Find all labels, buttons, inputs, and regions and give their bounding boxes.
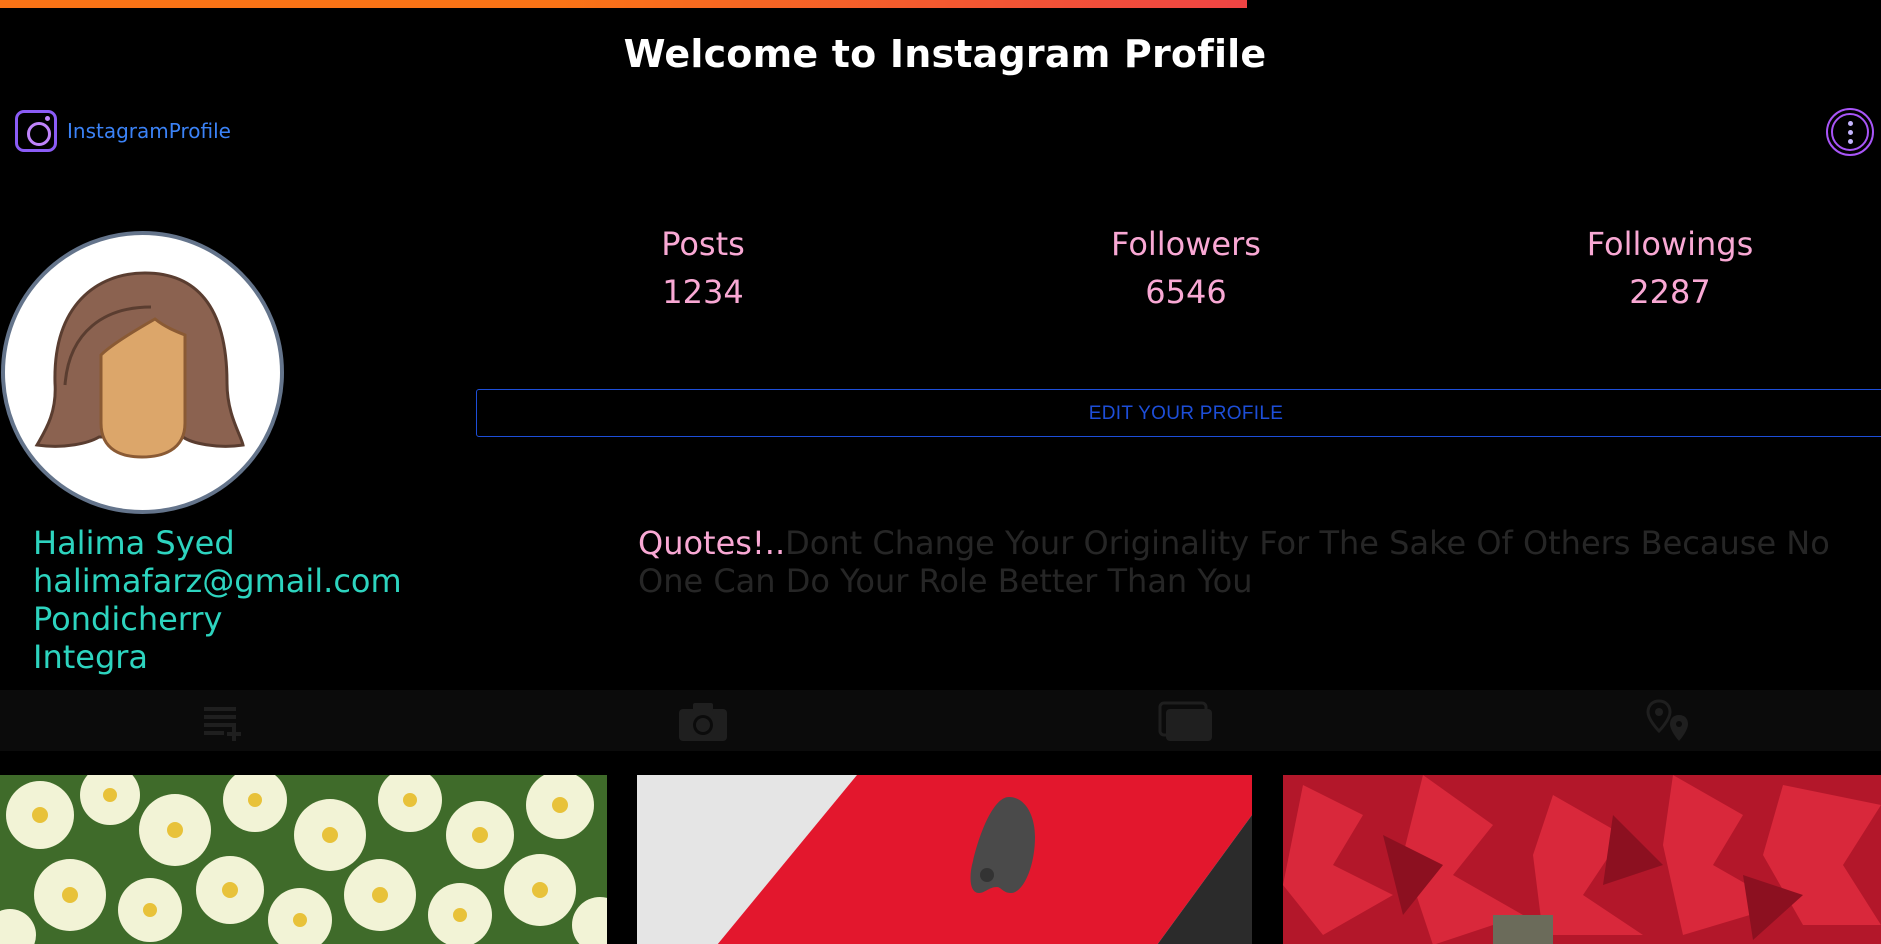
profile-quote: Quotes!..Dont Change Your Originality Fo… <box>638 524 1878 600</box>
stat-value: 1234 <box>662 273 744 311</box>
leaves-photo <box>1283 775 1881 944</box>
profile-name: Halima Syed <box>33 524 235 562</box>
quote-label: Quotes!.. <box>638 524 786 562</box>
post-image-flowers[interactable] <box>0 775 607 944</box>
quote-text: Dont Change Your Originality For The Sak… <box>638 524 1830 600</box>
avatar-illustration <box>34 271 245 459</box>
locations-icon <box>1646 698 1688 741</box>
stat-label: Posts <box>661 225 745 263</box>
stat-label: Followers <box>1111 225 1261 263</box>
top-accent-bar <box>0 0 1247 8</box>
stat-followings[interactable]: Followings 2287 <box>1540 224 1800 312</box>
gallery-icon <box>1158 701 1212 741</box>
tab-playlist[interactable] <box>192 690 252 751</box>
more-options-button[interactable] <box>1826 108 1874 156</box>
phone-photo <box>637 775 1252 944</box>
profile-tab-bar <box>0 690 1881 751</box>
brand-name[interactable]: InstagramProfile <box>67 119 231 143</box>
tab-camera[interactable] <box>673 690 733 751</box>
profile-info: Halima Syed halimafarz@gmail.com Pondich… <box>33 524 402 676</box>
stat-followers[interactable]: Followers 6546 <box>1056 224 1316 312</box>
post-image-leaves[interactable] <box>1283 775 1881 944</box>
profile-city: Pondicherry <box>33 600 223 638</box>
instagram-icon <box>15 110 57 152</box>
flowers-photo <box>0 775 607 944</box>
playlist-add-icon <box>204 706 241 741</box>
stat-value: 2287 <box>1629 273 1711 311</box>
tab-locations[interactable] <box>1640 690 1700 751</box>
edit-profile-button[interactable]: EDIT YOUR PROFILE <box>476 389 1881 437</box>
stat-value: 6546 <box>1145 273 1227 311</box>
camera-icon <box>679 702 727 741</box>
brand[interactable]: InstagramProfile <box>15 110 231 152</box>
avatar <box>1 231 284 514</box>
profile-page: Welcome to Instagram Profile InstagramPr… <box>0 0 1881 944</box>
profile-company: Integra <box>33 638 149 676</box>
page-title: Welcome to Instagram Profile <box>623 32 1267 76</box>
profile-email: halimafarz@gmail.com <box>33 562 402 600</box>
stat-label: Followings <box>1586 225 1754 263</box>
more-vertical-icon <box>1831 113 1869 151</box>
stat-posts[interactable]: Posts 1234 <box>573 224 833 312</box>
tab-gallery[interactable] <box>1156 690 1216 751</box>
post-image-phone[interactable] <box>637 775 1252 944</box>
